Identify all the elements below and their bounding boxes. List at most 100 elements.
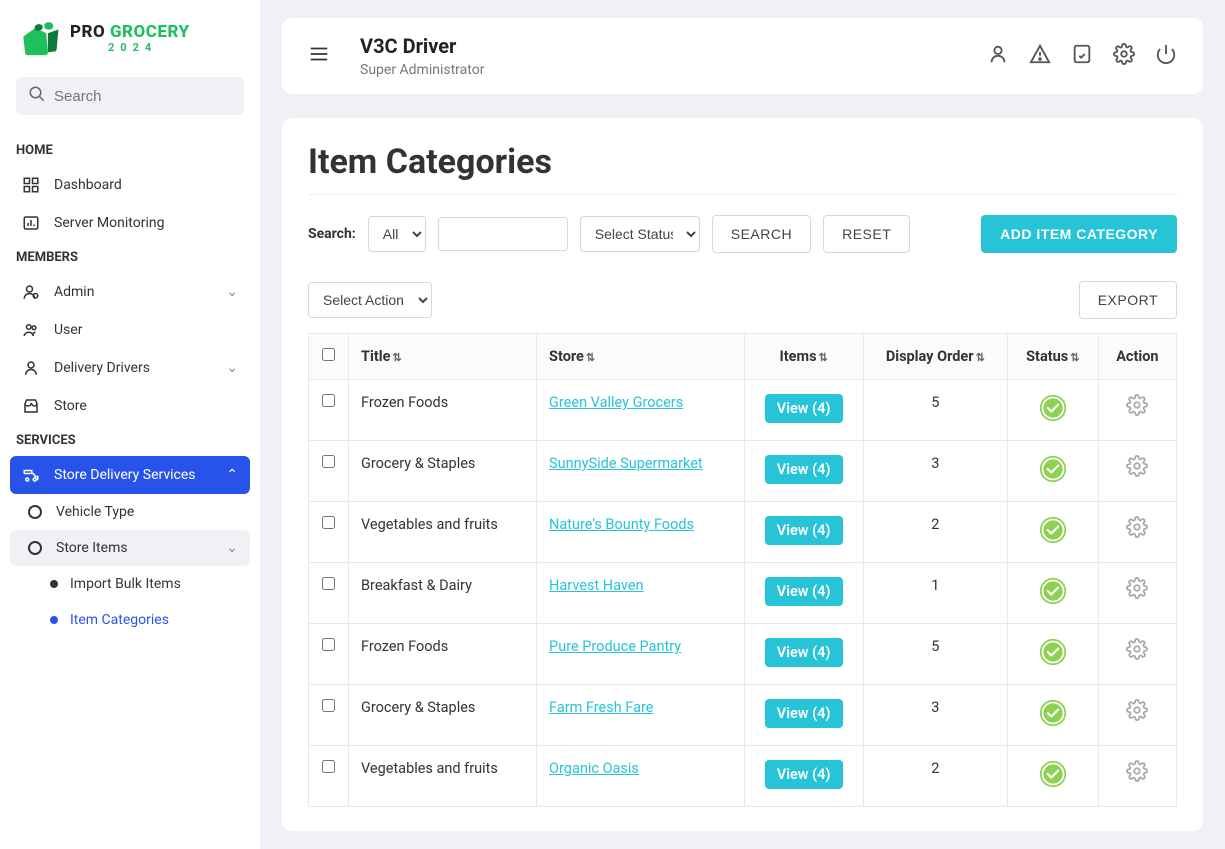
header-user: V3C Driver Super Administrator	[360, 34, 484, 78]
table-row: Frozen Foods Green Valley Grocers View (4)…	[309, 380, 1177, 441]
nav-label: Admin	[54, 284, 94, 300]
note-icon[interactable]	[1071, 43, 1093, 69]
menu-toggle[interactable]	[308, 43, 330, 69]
cell-store: Farm Fresh Fare	[537, 685, 744, 746]
cell-display-order: 5	[863, 380, 1007, 441]
store-icon	[22, 397, 40, 415]
brand-logo[interactable]: PRO GROCERY 2024	[10, 15, 250, 77]
sort-icon: ⇅	[976, 351, 985, 364]
topbar-actions	[987, 43, 1177, 69]
nav-store-delivery-services[interactable]: Store Delivery Services ⌃	[10, 456, 250, 494]
row-checkbox[interactable]	[322, 638, 335, 651]
store-link[interactable]: Pure Produce Pantry	[549, 638, 681, 655]
nav-server-monitoring[interactable]: Server Monitoring	[10, 204, 250, 242]
status-active-icon	[1039, 760, 1067, 788]
nav-vehicle-type[interactable]: Vehicle Type	[10, 494, 250, 530]
circle-icon	[28, 505, 42, 519]
status-active-icon	[1039, 455, 1067, 483]
nav-store-items[interactable]: Store Items ⌄	[10, 530, 250, 566]
nav-dashboard[interactable]: Dashboard	[10, 166, 250, 204]
nav-delivery-drivers[interactable]: Delivery Drivers ⌄	[10, 349, 250, 387]
row-action-gear[interactable]	[1126, 647, 1148, 664]
nav-item-categories[interactable]: Item Categories	[38, 602, 250, 638]
nav-import-bulk-items[interactable]: Import Bulk Items	[38, 566, 250, 602]
store-link[interactable]: Organic Oasis	[549, 760, 639, 777]
sort-icon: ⇅	[392, 351, 401, 364]
row-action-gear[interactable]	[1126, 708, 1148, 725]
reset-button[interactable]: RESET	[823, 215, 910, 253]
row-action-gear[interactable]	[1126, 403, 1148, 420]
user-role: Super Administrator	[360, 62, 484, 78]
col-items[interactable]: Items⇅	[744, 334, 863, 380]
section-members: MEMBERS	[10, 242, 250, 273]
view-items-button[interactable]: View (4)	[765, 699, 843, 728]
store-link[interactable]: Green Valley Grocers	[549, 394, 683, 411]
sort-icon: ⇅	[586, 351, 595, 364]
cell-title: Breakfast & Dairy	[349, 563, 537, 624]
row-checkbox[interactable]	[322, 699, 335, 712]
cell-title: Frozen Foods	[349, 380, 537, 441]
cell-display-order: 2	[863, 502, 1007, 563]
cell-store: Organic Oasis	[537, 746, 744, 807]
power-icon[interactable]	[1155, 43, 1177, 69]
settings-icon[interactable]	[1113, 43, 1135, 69]
table-row: Breakfast & Dairy Harvest Haven View (4) 1	[309, 563, 1177, 624]
store-link[interactable]: SunnySide Supermarket	[549, 455, 703, 472]
nav-label: Vehicle Type	[56, 504, 134, 520]
row-action-gear[interactable]	[1126, 464, 1148, 481]
col-title[interactable]: Title⇅	[349, 334, 537, 380]
view-items-button[interactable]: View (4)	[765, 455, 843, 484]
search-button[interactable]: SEARCH	[712, 215, 811, 253]
filter-text-input[interactable]	[438, 217, 568, 251]
bulk-action-select[interactable]: Select Action	[308, 282, 432, 318]
nav-label: Store Items	[56, 540, 128, 556]
cell-display-order: 1	[863, 563, 1007, 624]
cell-display-order: 3	[863, 441, 1007, 502]
row-checkbox[interactable]	[322, 577, 335, 590]
users-icon	[22, 321, 40, 339]
row-checkbox[interactable]	[322, 516, 335, 529]
nav-user[interactable]: User	[10, 311, 250, 349]
filter-field-select[interactable]: All	[368, 216, 426, 252]
nav-label: User	[54, 322, 82, 338]
filter-status-select[interactable]: Select Status	[580, 216, 700, 252]
row-action-gear[interactable]	[1126, 525, 1148, 542]
row-checkbox[interactable]	[322, 760, 335, 773]
view-items-button[interactable]: View (4)	[765, 394, 843, 423]
export-button[interactable]: EXPORT	[1079, 281, 1177, 319]
search-label: Search:	[308, 226, 356, 242]
row-checkbox[interactable]	[322, 455, 335, 468]
alert-icon[interactable]	[1029, 43, 1051, 69]
cell-title: Grocery & Staples	[349, 441, 537, 502]
row-checkbox[interactable]	[322, 394, 335, 407]
col-store[interactable]: Store⇅	[537, 334, 744, 380]
status-active-icon	[1039, 516, 1067, 544]
table-row: Grocery & StaplesFarm Fresh FareView (4)…	[309, 685, 1177, 746]
sidebar-search-input[interactable]	[54, 88, 232, 105]
view-items-button[interactable]: View (4)	[765, 577, 843, 606]
col-status[interactable]: Status⇅	[1007, 334, 1098, 380]
profile-icon[interactable]	[987, 43, 1009, 69]
store-link[interactable]: Nature's Bounty Foods	[549, 516, 694, 533]
add-item-category-button[interactable]: ADD ITEM CATEGORY	[981, 215, 1177, 253]
view-items-button[interactable]: View (4)	[765, 516, 843, 545]
store-link[interactable]: Harvest Haven	[549, 577, 643, 594]
cell-display-order: 5	[863, 624, 1007, 685]
nav-label: Delivery Drivers	[54, 360, 150, 376]
col-display-order[interactable]: Display Order⇅	[863, 334, 1007, 380]
row-action-gear[interactable]	[1126, 586, 1148, 603]
dashboard-icon	[22, 176, 40, 194]
grocery-bag-icon	[18, 19, 62, 59]
nav-store[interactable]: Store	[10, 387, 250, 425]
cell-store: Pure Produce Pantry	[537, 624, 744, 685]
view-items-button[interactable]: View (4)	[765, 638, 843, 667]
nav-admin[interactable]: Admin ⌄	[10, 273, 250, 311]
store-link[interactable]: Farm Fresh Fare	[549, 699, 653, 716]
row-action-gear[interactable]	[1126, 769, 1148, 786]
status-active-icon	[1039, 699, 1067, 727]
col-action: Action	[1098, 334, 1176, 380]
sidebar-search[interactable]	[16, 77, 244, 115]
select-all-checkbox[interactable]	[322, 348, 335, 361]
view-items-button[interactable]: View (4)	[765, 760, 843, 789]
cell-store: Green Valley Grocers	[537, 380, 744, 441]
